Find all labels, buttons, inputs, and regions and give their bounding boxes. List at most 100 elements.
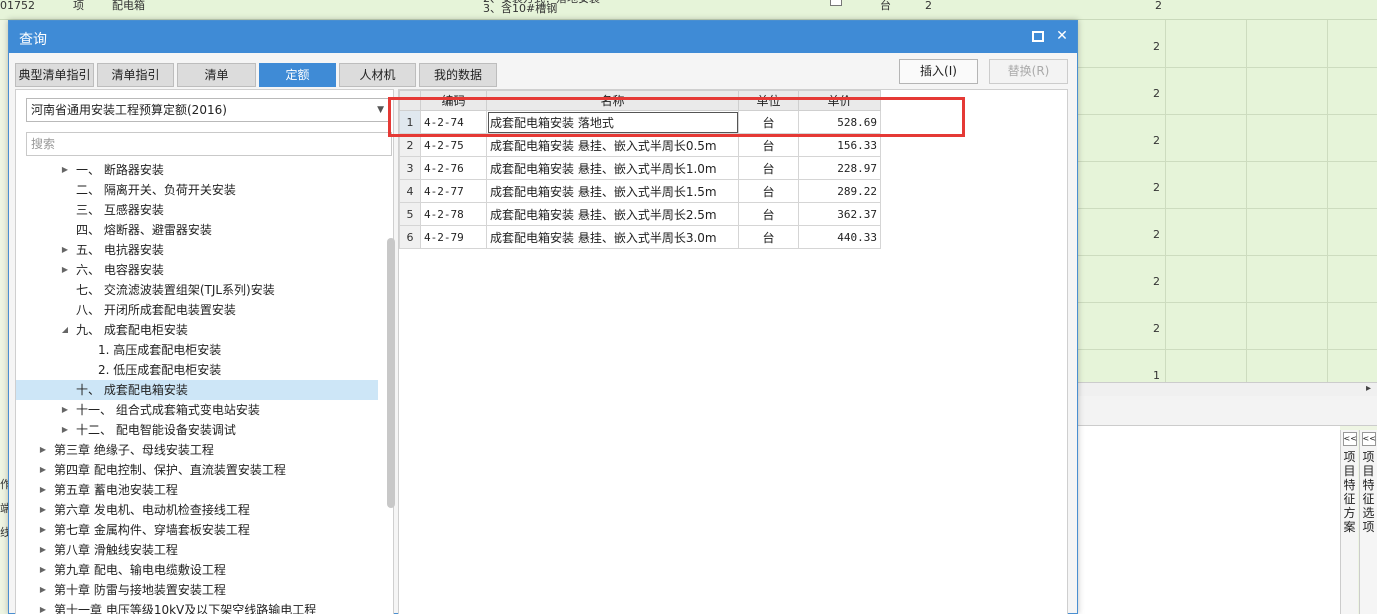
tree-item[interactable]: ▶ 第六章 发电机、电动机检查接线工程 xyxy=(16,500,378,520)
cell-unit[interactable]: 台 xyxy=(738,202,799,226)
replace-button[interactable]: 替换(R) xyxy=(989,59,1068,84)
expand-arrow-icon[interactable]: ▶ xyxy=(38,500,48,520)
cell-unit[interactable]: 台 xyxy=(738,133,799,157)
cell-price[interactable]: 362.37 xyxy=(798,202,881,226)
col-unit[interactable]: 单位 xyxy=(738,90,799,111)
tree-item[interactable]: ▶ 第十一章 电压等级10kV及以下架空线路输电工程 xyxy=(16,600,378,614)
cell-name[interactable]: 成套配电箱安装 悬挂、嵌入式半周长2.5m xyxy=(486,202,739,226)
insert-button[interactable]: 插入(I) xyxy=(899,59,978,84)
cell-name[interactable]: 成套配电箱安装 悬挂、嵌入式半周长1.0m xyxy=(486,156,739,180)
row-number[interactable]: 2 xyxy=(399,133,421,157)
cell-code[interactable]: 4-2-79 xyxy=(420,225,487,249)
side-panel-feature-options[interactable]: << 项目特征选项 xyxy=(1359,430,1377,614)
cell-code[interactable]: 4-2-76 xyxy=(420,156,487,180)
tree-item[interactable]: ▶ 第三章 绝缘子、母线安装工程 xyxy=(16,440,378,460)
collapse-icon[interactable]: << xyxy=(1361,432,1376,446)
tree-item[interactable]: ▶ 第五章 蓄电池安装工程 xyxy=(16,480,378,500)
row-number[interactable]: 1 xyxy=(399,110,421,134)
tree-item[interactable]: ▶ 第四章 配电控制、保护、直流装置安装工程 xyxy=(16,460,378,480)
tree-item[interactable]: 四、 熔断器、避雷器安装 xyxy=(16,220,378,240)
side-panel-feature-plan[interactable]: << 项目特征方案 xyxy=(1340,430,1358,614)
tree-item[interactable]: 七、 交流滤波装置组架(TJL系列)安装 xyxy=(16,280,378,300)
tree-item[interactable]: 二、 隔离开关、负荷开关安装 xyxy=(16,180,378,200)
cell-price[interactable]: 440.33 xyxy=(798,225,881,249)
tab-quota[interactable]: 定额 xyxy=(259,63,336,87)
tab-list-guide[interactable]: 清单指引 xyxy=(97,63,174,87)
tab-list[interactable]: 清单 xyxy=(177,63,256,87)
background-h-scrollbar[interactable]: ▸ xyxy=(1078,382,1377,396)
collapse-arrow-icon[interactable]: ◢ xyxy=(60,320,70,340)
tree-item[interactable]: ◢ 九、 成套配电柜安装 xyxy=(16,320,378,340)
tab-typical-list-guide[interactable]: 典型清单指引 xyxy=(15,63,94,87)
col-code[interactable]: 编码 xyxy=(420,90,487,111)
tree-item[interactable]: 1. 高压成套配电柜安装 xyxy=(16,340,378,360)
row-number[interactable]: 5 xyxy=(399,202,421,226)
collapse-icon[interactable]: << xyxy=(1342,432,1357,446)
cell-code[interactable]: 4-2-74 xyxy=(420,110,487,134)
dialog-titlebar[interactable]: 查询 ✕ xyxy=(9,21,1077,53)
close-icon[interactable]: ✕ xyxy=(1054,28,1070,44)
table-row[interactable]: 1 4-2-74 成套配电箱安装 落地式台 528.69 xyxy=(399,110,881,134)
expand-arrow-icon[interactable]: ▶ xyxy=(38,480,48,500)
tree-item[interactable]: 十、 成套配电箱安装 xyxy=(16,380,378,400)
chevron-down-icon[interactable]: ▼ xyxy=(377,99,384,121)
tree-item[interactable]: ▶ 十二、 配电智能设备安装调试 xyxy=(16,420,378,440)
expand-arrow-icon[interactable]: ▶ xyxy=(38,600,48,614)
tree-item[interactable]: 三、 互感器安装 xyxy=(16,200,378,220)
cell-price[interactable]: 289.22 xyxy=(798,179,881,203)
expand-arrow-icon[interactable]: ▶ xyxy=(60,240,70,260)
tree-item[interactable]: 2. 低压成套配电柜安装 xyxy=(16,360,378,380)
search-input[interactable]: 搜索 xyxy=(26,132,392,156)
cell-name[interactable]: 成套配电箱安装 悬挂、嵌入式半周长1.5m xyxy=(486,179,739,203)
cell-price[interactable]: 156.33 xyxy=(798,133,881,157)
tree-scrollbar[interactable] xyxy=(387,238,395,508)
tree-item[interactable]: ▶ 第九章 配电、输电电缆敷设工程 xyxy=(16,560,378,580)
cell-code[interactable]: 4-2-75 xyxy=(420,133,487,157)
cell-unit[interactable]: 台 xyxy=(738,179,799,203)
bg-checkbox[interactable] xyxy=(830,0,842,6)
tree-item[interactable]: ▶ 六、 电容器安装 xyxy=(16,260,378,280)
tree-item[interactable]: 八、 开闭所成套配电装置安装 xyxy=(16,300,378,320)
expand-arrow-icon[interactable]: ▶ xyxy=(38,440,48,460)
expand-arrow-icon[interactable]: ▶ xyxy=(60,400,70,420)
cell-unit[interactable]: 台 xyxy=(738,156,799,180)
cell-price[interactable]: 528.69 xyxy=(798,110,881,134)
expand-arrow-icon[interactable]: ▶ xyxy=(60,420,70,440)
quota-library-select[interactable]: 河南省通用安装工程预算定额(2016) ▼ xyxy=(26,98,390,122)
table-row[interactable]: 6 4-2-79 成套配电箱安装 悬挂、嵌入式半周长3.0m 台 440.33 xyxy=(399,225,881,249)
side-tab-feature-options[interactable]: 项目特征选项 xyxy=(1362,450,1376,534)
table-row[interactable]: 2 4-2-75 成套配电箱安装 悬挂、嵌入式半周长0.5m 台 156.33 xyxy=(399,133,881,157)
expand-arrow-icon[interactable]: ▶ xyxy=(38,580,48,600)
tree-item[interactable]: ▶ 第七章 金属构件、穿墙套板安装工程 xyxy=(16,520,378,540)
tree-item[interactable]: ▶ 五、 电抗器安装 xyxy=(16,240,378,260)
row-number[interactable]: 4 xyxy=(399,179,421,203)
cell-unit[interactable]: 台 xyxy=(738,110,799,134)
cell-name[interactable]: 成套配电箱安装 悬挂、嵌入式半周长3.0m xyxy=(486,225,739,249)
expand-arrow-icon[interactable]: ▶ xyxy=(38,520,48,540)
row-number[interactable]: 3 xyxy=(399,156,421,180)
tree-item[interactable]: ▶ 十一、 组合式成套箱式变电站安装 xyxy=(16,400,378,420)
tab-labor-material-machine[interactable]: 人材机 xyxy=(339,63,416,87)
expand-arrow-icon[interactable]: ▶ xyxy=(60,260,70,280)
tree-item[interactable]: ▶ 一、 断路器安装 xyxy=(16,160,378,180)
cell-price[interactable]: 228.97 xyxy=(798,156,881,180)
tab-my-data[interactable]: 我的数据 xyxy=(419,63,497,87)
cell-name[interactable]: 成套配电箱安装 悬挂、嵌入式半周长0.5m xyxy=(486,133,739,157)
row-number[interactable]: 6 xyxy=(399,225,421,249)
tree-item[interactable]: ▶ 第十章 防雷与接地装置安装工程 xyxy=(16,580,378,600)
cell-name[interactable]: 成套配电箱安装 落地式 xyxy=(486,110,739,134)
side-tab-feature-plan[interactable]: 项目特征方案 xyxy=(1343,450,1357,534)
table-row[interactable]: 3 4-2-76 成套配电箱安装 悬挂、嵌入式半周长1.0m 台 228.97 xyxy=(399,156,881,180)
col-name[interactable]: 名称 xyxy=(486,90,739,111)
expand-arrow-icon[interactable]: ▶ xyxy=(60,160,70,180)
col-price[interactable]: 单价 xyxy=(798,90,881,111)
cell-code[interactable]: 4-2-77 xyxy=(420,179,487,203)
cell-code[interactable]: 4-2-78 xyxy=(420,202,487,226)
table-row[interactable]: 5 4-2-78 成套配电箱安装 悬挂、嵌入式半周长2.5m 台 362.37 xyxy=(399,202,881,226)
tree-item[interactable]: ▶ 第八章 滑触线安装工程 xyxy=(16,540,378,560)
maximize-icon[interactable] xyxy=(1030,28,1046,44)
scroll-right-icon[interactable]: ▸ xyxy=(1366,383,1371,394)
expand-arrow-icon[interactable]: ▶ xyxy=(38,540,48,560)
expand-arrow-icon[interactable]: ▶ xyxy=(38,460,48,480)
expand-arrow-icon[interactable]: ▶ xyxy=(38,560,48,580)
